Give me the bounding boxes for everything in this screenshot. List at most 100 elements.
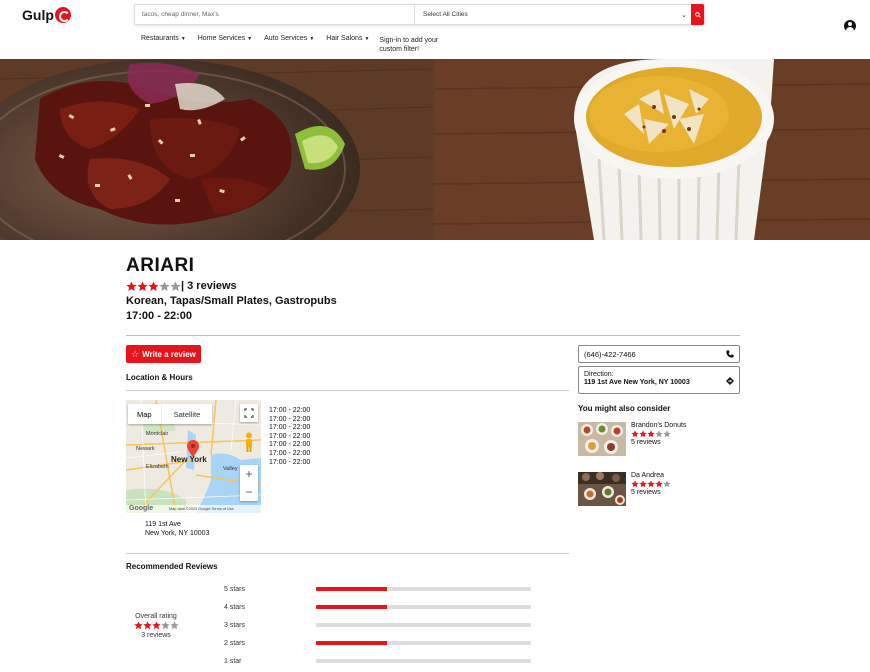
map-place-label: Montclair <box>146 431 169 437</box>
rating-bar <box>316 641 531 645</box>
nav-home-services[interactable]: Home Services ▼ <box>198 35 252 54</box>
hours-row: 17:00 - 22:00 <box>269 458 311 466</box>
star-icon <box>655 480 663 488</box>
nav-auto-services[interactable]: Auto Services ▼ <box>264 35 314 54</box>
divider <box>126 335 740 336</box>
google-logo: Google <box>129 505 154 512</box>
overall-review-count: 3 reviews <box>141 632 171 639</box>
fullscreen-icon[interactable] <box>240 404 258 422</box>
category-nav: Restaurants ▼ Home Services ▼ Auto Service… <box>141 35 459 54</box>
nav-restaurants[interactable]: Restaurants ▼ <box>141 35 186 54</box>
hours-row: 17:00 - 22:00 <box>269 424 311 432</box>
search-bar: Select All Cities ⌄ <box>134 4 705 25</box>
write-review-label: Write a review <box>142 349 196 359</box>
star-icon <box>148 280 159 291</box>
hero-image-chicken <box>0 59 434 240</box>
star-icon <box>663 430 671 438</box>
rating-row: 4 stars <box>224 602 534 612</box>
caret-down-icon: ▼ <box>364 36 370 42</box>
suggestion-card[interactable]: Brandon's Donuts 5 reviews <box>578 422 740 456</box>
hours-row: 17:00 - 22:00 <box>269 415 311 423</box>
map-attribution-text: Map data ©2023 Google Terms of Use <box>169 507 234 511</box>
user-icon[interactable] <box>844 20 856 32</box>
star-icon <box>142 621 152 630</box>
search-icon <box>694 11 701 18</box>
star-icon <box>647 480 655 488</box>
rating-bar <box>316 587 531 591</box>
search-input[interactable] <box>135 5 415 24</box>
address: 119 1st Ave New York, NY 10003 <box>145 520 209 538</box>
caret-down-icon: ▼ <box>309 36 315 42</box>
divider <box>126 553 569 554</box>
search-button[interactable] <box>691 4 704 25</box>
map-tab-satellite[interactable]: Satellite <box>160 404 213 424</box>
phone-icon <box>726 350 734 358</box>
chevron-down-icon: ⌄ <box>681 11 687 19</box>
address-line: 119 1st Ave <box>145 521 181 528</box>
star-icon <box>137 280 148 291</box>
pegman-icon[interactable] <box>243 432 255 452</box>
phone-card[interactable]: (646)-422-7466 <box>578 345 740 363</box>
direction-address: 119 1st Ave New York, NY 10003 <box>584 379 690 386</box>
logo[interactable]: Gulp <box>22 6 71 24</box>
divider <box>126 390 569 391</box>
suggestion-name[interactable]: Da Andrea <box>631 472 664 479</box>
signin-filter-link[interactable]: Sign-in to add your custom filter! <box>379 36 459 54</box>
map-zoom-controls: + − <box>240 465 258 501</box>
star-icon <box>133 621 143 630</box>
nav-label: Home Services <box>197 35 246 42</box>
rating-row: 2 stars <box>224 638 534 648</box>
star-icon <box>126 280 137 291</box>
suggestion-card[interactable]: Da Andrea 5 reviews <box>578 472 740 506</box>
suggestion-review-count: 5 reviews <box>631 489 661 496</box>
rating-bar <box>316 659 531 663</box>
map-widget[interactable]: Montclair Elizabeth Valley Newark New Yo… <box>126 400 261 513</box>
hero-images <box>0 59 870 240</box>
nav-label: Hair Salons <box>326 35 363 42</box>
suggestion-name[interactable]: Brandon's Donuts <box>631 422 686 429</box>
rating-row: 3 stars <box>224 620 534 630</box>
hours-row: 17:00 - 22:00 <box>269 449 311 457</box>
rating-row-label: 2 stars <box>224 639 246 647</box>
review-count-link[interactable]: | 3 reviews <box>181 280 237 292</box>
star-icon <box>170 280 181 291</box>
write-review-button[interactable]: ☆ Write a review <box>126 345 201 363</box>
rating-row-label: 5 stars <box>224 585 246 593</box>
directions-card[interactable]: Direction: 119 1st Ave New York, NY 1000… <box>578 366 740 394</box>
hours-row: 17:00 - 22:00 <box>269 432 311 440</box>
suggestion-thumbnail <box>578 472 626 506</box>
rating-row-label: 4 stars <box>224 603 246 611</box>
star-icon <box>160 621 170 630</box>
map-type-tabs: Map Satellite <box>128 404 213 424</box>
hero-image-dessert <box>434 59 870 240</box>
map-place-label: Elizabeth <box>146 464 169 470</box>
rating-bar <box>316 605 531 609</box>
star-icon <box>639 480 647 488</box>
overall-rating: Overall rating 3 reviews <box>130 613 182 639</box>
star-icon <box>151 621 161 630</box>
rating-stars <box>126 280 181 292</box>
phone-number: (646)-422-7466 <box>584 349 636 359</box>
rating-row-label: 3 stars <box>224 621 246 629</box>
city-select[interactable]: Select All Cities ⌄ <box>415 5 691 24</box>
logo-mark-icon <box>54 7 71 23</box>
caret-down-icon: ▼ <box>247 36 253 42</box>
zoom-out-button[interactable]: − <box>245 483 252 501</box>
logo-text: Gulp <box>22 7 54 23</box>
star-icon <box>639 430 647 438</box>
address-line: New York, NY 10003 <box>145 530 210 537</box>
rating-row: 1 star <box>224 656 534 666</box>
hours-row: 17:00 - 22:00 <box>269 441 311 449</box>
directions-icon <box>726 377 734 385</box>
map-tab-map[interactable]: Map <box>128 404 161 424</box>
rating-row-label: 1 star <box>224 657 242 665</box>
star-icon <box>159 280 170 291</box>
map-place-label: Newark <box>136 446 155 452</box>
rating-bar-fill <box>316 641 387 645</box>
star-icon <box>169 621 179 630</box>
nav-hair-salons[interactable]: Hair Salons ▼ <box>326 35 369 54</box>
star-icon <box>631 480 639 488</box>
map-place-label: Valley <box>223 466 238 472</box>
map-pin-icon[interactable] <box>187 440 199 457</box>
zoom-in-button[interactable]: + <box>245 465 252 483</box>
